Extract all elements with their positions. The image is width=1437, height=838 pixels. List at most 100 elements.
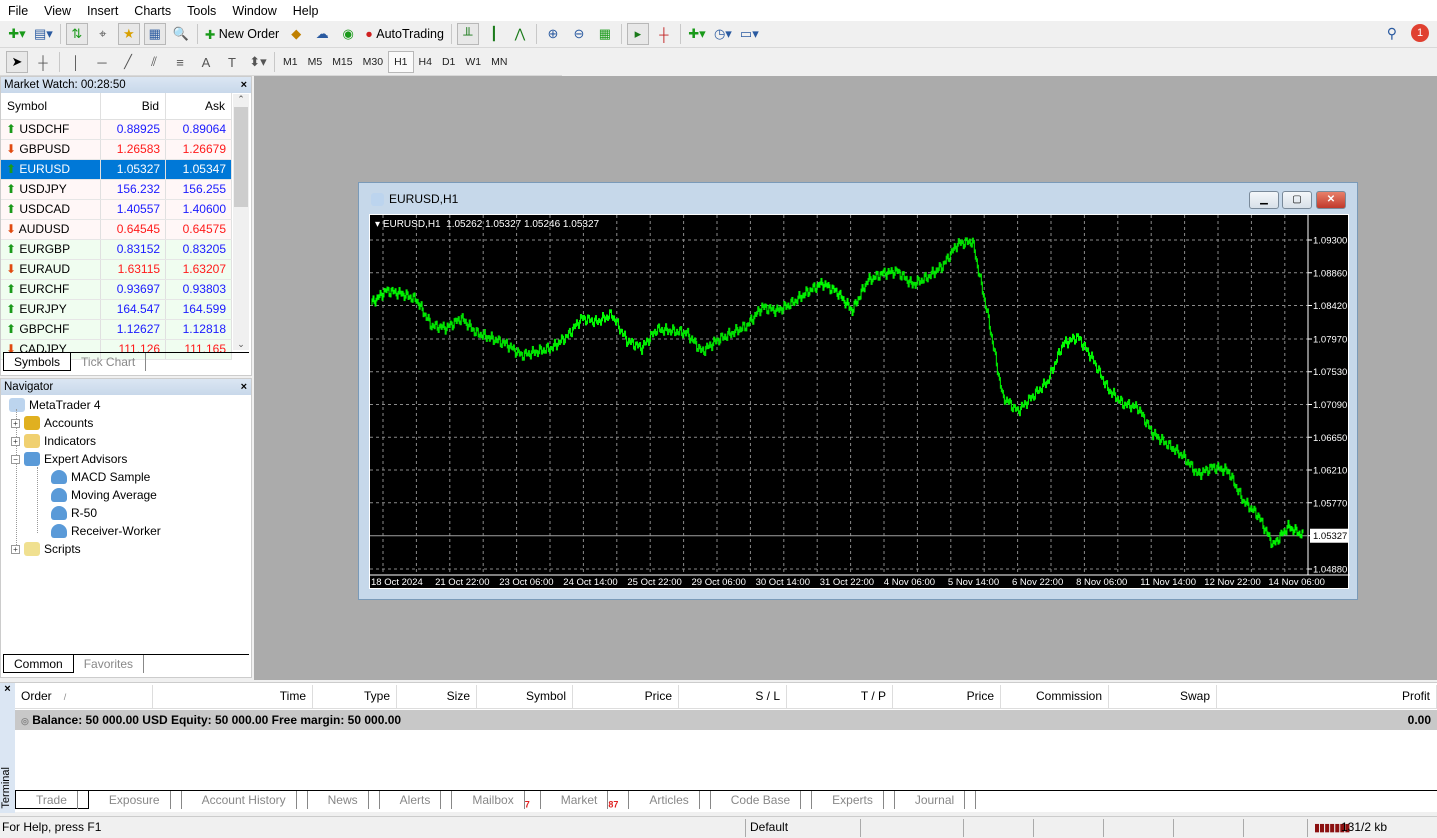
vertical-line-tool[interactable]: │	[65, 51, 87, 73]
market-watch-row[interactable]: ⬇ EURAUD 1.63115 1.63207	[1, 259, 232, 280]
tab-news[interactable]: News	[308, 791, 380, 809]
notifications-badge[interactable]: 1	[1411, 24, 1429, 42]
column-commission[interactable]: Commission	[1001, 685, 1109, 708]
navigator-toggle[interactable]: ★	[117, 23, 140, 45]
menu-charts[interactable]: Charts	[126, 4, 179, 18]
tab-articles[interactable]: Articles	[629, 791, 711, 809]
fibonacci-tool[interactable]: ≡	[169, 51, 191, 73]
menu-view[interactable]: View	[36, 4, 79, 18]
trendline-tool[interactable]: ╱	[117, 51, 139, 73]
timeframe-m15[interactable]: M15	[327, 51, 357, 73]
close-icon[interactable]: ×	[241, 379, 247, 395]
expand-icon[interactable]: +	[11, 418, 20, 428]
menu-window[interactable]: Window	[224, 4, 284, 18]
column-bid[interactable]: Bid	[100, 93, 167, 120]
market-watch-row[interactable]: ⬇ AUDUSD 0.64545 0.64575	[1, 219, 232, 240]
expand-icon[interactable]: +	[11, 544, 20, 554]
market-watch-row[interactable]: ⬆ GBPCHF 1.12627 1.12818	[1, 319, 232, 340]
tab-mailbox[interactable]: Mailbox 7	[452, 791, 541, 809]
signals-button[interactable]: ☁	[311, 23, 333, 45]
price-chart[interactable]: 1.09300 1.08860 1.08420 1.07970 1.07530 1.070…	[369, 214, 1350, 589]
terminal-toggle[interactable]: ▦	[143, 23, 166, 45]
tab-experts[interactable]: Experts	[812, 791, 895, 809]
profiles-button[interactable]: ▤▾	[32, 23, 55, 45]
nav-scripts[interactable]: + Scripts	[11, 540, 81, 558]
nav-expert-advisors[interactable]: − Expert Advisors	[11, 450, 127, 468]
market-watch-scrollbar[interactable]: ⌃ ⌄	[233, 94, 249, 350]
zoom-in-button[interactable]: ⊕	[542, 23, 564, 45]
menu-file[interactable]: File	[0, 4, 36, 18]
templates-button[interactable]: ▭▾	[738, 23, 761, 45]
market-watch-row[interactable]: ⬆ EURCHF 0.93697 0.93803	[1, 279, 232, 300]
text-tool[interactable]: A	[195, 51, 217, 73]
menu-help[interactable]: Help	[285, 4, 327, 18]
column-price[interactable]: Price	[573, 685, 679, 708]
market-watch-row[interactable]: ⬆ EURGBP 0.83152 0.83205	[1, 239, 232, 260]
cursor-tool[interactable]: ➤	[6, 51, 28, 73]
tab-journal[interactable]: Journal	[895, 791, 977, 809]
data-window-crosshair[interactable]: ⌖	[92, 23, 114, 45]
nav-expert[interactable]: MACD Sample	[51, 468, 150, 486]
market-watch-row[interactable]: ⬆ EURUSD 1.05327 1.05347	[1, 159, 232, 180]
market-watch-row[interactable]: ⬆ USDCAD 1.40557 1.40600	[1, 199, 232, 220]
horizontal-line-tool[interactable]: ─	[91, 51, 113, 73]
candlestick-button[interactable]: ┃	[483, 23, 505, 45]
tab-alerts[interactable]: Alerts	[380, 791, 453, 809]
column-swap[interactable]: Swap	[1109, 685, 1217, 708]
scrollbar-thumb[interactable]	[234, 107, 248, 207]
strategy-tester-button[interactable]: 🔍	[170, 23, 192, 45]
column-order[interactable]: Order /	[15, 685, 153, 708]
tab-code-base[interactable]: Code Base	[711, 791, 813, 809]
market-watch-row[interactable]: ⬆ USDJPY 156.232 156.255	[1, 179, 232, 200]
tab-symbols[interactable]: Symbols	[3, 353, 72, 371]
timeframe-w1[interactable]: W1	[460, 51, 486, 73]
tab-favorites[interactable]: Favorites	[74, 655, 145, 673]
tab-market[interactable]: Market 87	[541, 791, 630, 809]
expand-icon[interactable]: +	[11, 436, 20, 446]
column-tp[interactable]: T / P	[787, 685, 893, 708]
market-watch-toggle[interactable]: ⇅	[65, 23, 88, 45]
market-watch-row[interactable]: ⬆ USDCHF 0.88925 0.89064	[1, 119, 232, 140]
column-size[interactable]: Size	[397, 685, 477, 708]
column-price[interactable]: Price	[893, 685, 1001, 708]
nav-root[interactable]: MetaTrader 4	[9, 396, 101, 414]
chart-window-eurusd-h1[interactable]: EURUSD,H1 ▁ ▢ ✕ 1.09300 1.08860 1.08420 1.0…	[358, 182, 1358, 600]
line-chart-button[interactable]: ⋀	[509, 23, 531, 45]
indicators-button[interactable]: ✚▾	[686, 23, 708, 45]
chart-shift-button[interactable]: ┼	[653, 23, 675, 45]
nav-expert[interactable]: Receiver-Worker	[51, 522, 161, 540]
tab-account-history[interactable]: Account History	[182, 791, 308, 809]
metaeditor-button[interactable]: ◆	[285, 23, 307, 45]
periods-button[interactable]: ◷▾	[712, 23, 734, 45]
timeframe-mn[interactable]: MN	[486, 51, 512, 73]
market-button[interactable]: ◉	[337, 23, 359, 45]
nav-indicators[interactable]: + Indicators	[11, 432, 96, 450]
tab-exposure[interactable]: Exposure	[89, 791, 182, 809]
timeframe-h4[interactable]: H4	[414, 51, 437, 73]
timeframe-m1[interactable]: M1	[278, 51, 303, 73]
tab-trade[interactable]: Trade	[15, 791, 89, 809]
autotrading-button[interactable]: ● AutoTrading	[363, 23, 446, 45]
nav-accounts[interactable]: + Accounts	[11, 414, 93, 432]
maximize-button[interactable]: ▢	[1282, 191, 1312, 209]
text-label-tool[interactable]: T	[221, 51, 243, 73]
minimize-button[interactable]: ▁	[1249, 191, 1279, 209]
column-sl[interactable]: S / L	[679, 685, 787, 708]
timeframe-d1[interactable]: D1	[437, 51, 460, 73]
tab-tick-chart[interactable]: Tick Chart	[71, 353, 147, 371]
new-order-button[interactable]: ✚ New Order	[203, 23, 281, 45]
timeframe-m30[interactable]: M30	[358, 51, 388, 73]
column-time[interactable]: Time	[153, 685, 313, 708]
close-icon[interactable]: ×	[0, 683, 15, 695]
close-icon[interactable]: ×	[241, 77, 247, 93]
tab-common[interactable]: Common	[3, 655, 74, 673]
column-profit[interactable]: Profit	[1217, 685, 1437, 708]
market-watch-row[interactable]: ⬆ EURJPY 164.547 164.599	[1, 299, 232, 320]
column-symbol[interactable]: Symbol	[1, 93, 102, 120]
search-icon[interactable]: ⚲	[1387, 25, 1397, 42]
nav-expert[interactable]: Moving Average	[51, 486, 157, 504]
timeframe-h1[interactable]: H1	[388, 51, 414, 73]
timeframe-m5[interactable]: M5	[303, 51, 328, 73]
column-symbol[interactable]: Symbol	[477, 685, 573, 708]
tile-windows-button[interactable]: ▦	[594, 23, 616, 45]
